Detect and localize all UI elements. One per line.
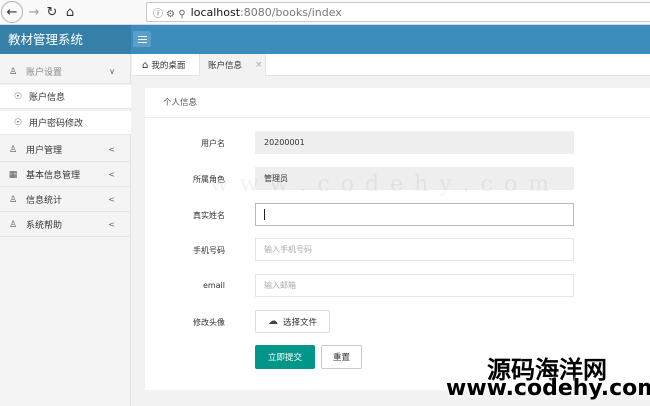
tab-bar: ⌂ 我的桌面 账户信息 × [132,54,650,76]
chevron-left-icon: < [108,220,115,229]
sidebar-item-label: 账户信息 [29,93,66,103]
phone-field[interactable] [255,238,574,261]
sidebar-item-label: 系统帮助 [26,221,63,231]
sidebar-item-account-info[interactable]: ☉ 账户信息 [0,85,131,109]
app-title: 教材管理系统 [0,25,131,54]
sidebar-item-statistics[interactable]: ♙ 信息统计 < [0,188,131,212]
menu-toggle-icon[interactable] [133,31,151,47]
app-header: 教材管理系统 [0,25,650,54]
submit-button[interactable]: 立即提交 [255,345,315,369]
tab-account-info[interactable]: 账户信息 × [199,54,266,76]
profile-card: 个人信息 用户名 20200001 所属角色 管理员 真实姓名 手机号码 ema… [145,88,650,390]
reset-button[interactable]: 重置 [321,345,362,369]
user-icon: ♙ [8,219,18,230]
realname-label: 真实姓名 [193,211,225,220]
user-icon: ♙ [8,144,18,155]
sidebar-item-label: 信息统计 [26,196,63,206]
email-label: email [202,281,225,290]
home-icon[interactable]: ⌂ [60,2,80,22]
username-label: 用户名 [201,139,225,148]
text-caret [264,209,265,220]
forward-arrow-icon[interactable]: → [24,2,44,22]
chevron-down-icon: ∨ [109,67,115,76]
url-path: :8080/books/index [240,5,342,19]
address-bar[interactable]: ⓘ ⚙ ⚲ localhost:8080/books/index [146,2,650,22]
sidebar-item-label: 用户管理 [26,146,63,156]
user-icon: ♙ [8,66,18,77]
tab-label: 我的桌面 [151,61,186,71]
tab-my-desktop[interactable]: ⌂ 我的桌面 [142,54,185,76]
phone-label: 手机号码 [193,246,225,255]
chevron-left-icon: < [108,195,115,204]
sidebar-item-label: 基本信息管理 [26,171,81,181]
url-host: localhost [190,5,241,19]
card-title: 个人信息 [145,88,650,118]
cloud-upload-icon: ☁ [267,316,278,327]
watermark-url: www.codehy.com [446,376,650,401]
avatar-label: 修改头像 [193,318,225,327]
realname-field[interactable] [255,203,574,226]
chevron-left-icon: < [108,170,115,179]
sidebar: ♙ 账户设置 ∨ ☉ 账户信息 ☉ 用户密码修改 ♙ 用户管理 < ▦ 基本信息… [0,54,131,406]
back-arrow-icon[interactable]: ← [1,1,23,23]
sidebar-item-password-change[interactable]: ☉ 用户密码修改 [0,111,131,135]
browser-toolbar: ← → ↻ ⌂ ⓘ ⚙ ⚲ localhost:8080/books/index [0,0,650,25]
user-circle-icon: ☉ [13,91,23,102]
watermark-faint: w w w . c o d e h y . c o m [210,172,552,197]
page-info-icon: ⓘ ⚙ ⚲ [153,8,186,20]
sidebar-item-basic-info[interactable]: ▦ 基本信息管理 < [0,163,131,187]
close-icon[interactable]: × [255,60,263,70]
email-field[interactable] [255,274,574,297]
book-icon: ▦ [8,169,18,180]
sidebar-item-label: 账户设置 [26,68,63,78]
choose-file-button[interactable]: ☁ 选择文件 [255,310,330,333]
tab-label: 账户信息 [208,61,243,71]
choose-file-label: 选择文件 [282,317,317,328]
reload-icon[interactable]: ↻ [42,2,62,22]
home-icon: ⌂ [142,59,149,71]
sidebar-item-user-management[interactable]: ♙ 用户管理 < [0,138,131,162]
chevron-left-icon: < [108,145,115,154]
username-field: 20200001 [255,131,574,154]
sidebar-item-label: 用户密码修改 [29,119,84,129]
user-icon: ♙ [8,194,18,205]
sidebar-item-account-settings[interactable]: ♙ 账户设置 ∨ [0,60,131,84]
user-circle-icon: ☉ [13,117,23,128]
sidebar-item-help[interactable]: ♙ 系统帮助 < [0,213,131,237]
